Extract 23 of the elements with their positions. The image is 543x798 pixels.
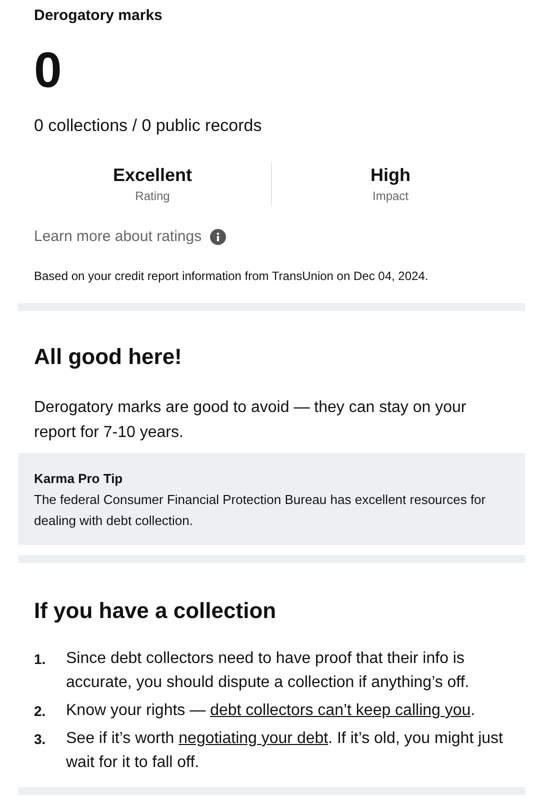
step-text: Since debt collectors need to have proof that their info is accurate, you should dispute a collection if anything’s off. bbox=[66, 649, 470, 693]
step-number: 3. bbox=[34, 730, 47, 749]
tip-text: The federal Consumer Financial Protection Bureau has excellent resources for dealing with debt collection. bbox=[34, 491, 487, 530]
body-text: Derogatory marks are good to avoid — they can stay on your report for 7-10 years. bbox=[34, 398, 468, 443]
step-number: 2. bbox=[34, 702, 47, 721]
step-text: See if it’s worth negotiating your debt. If it’s old, you might just wait for it to fall off. bbox=[66, 729, 504, 773]
section-heading: All good here! bbox=[34, 343, 183, 371]
section-title: Derogatory marks bbox=[34, 6, 164, 26]
count-value: 0 bbox=[34, 41, 62, 100]
summary-text: 0 collections / 0 public records bbox=[34, 115, 262, 137]
stat-label: Impact bbox=[372, 188, 408, 205]
section-heading: If you have a collection bbox=[34, 597, 278, 625]
text-link[interactable]: debt collectors can’t keep calling you bbox=[210, 702, 471, 719]
step-number: 1. bbox=[34, 650, 47, 669]
tip-title: Karma Pro Tip bbox=[34, 470, 124, 488]
stat-value: Excellent bbox=[112, 164, 192, 187]
learn-more-link[interactable]: Learn more about ratings bbox=[34, 227, 202, 247]
stat-value: High bbox=[370, 164, 410, 187]
text-link[interactable]: negotiating your debt bbox=[178, 730, 328, 747]
stat-label: Rating bbox=[135, 188, 170, 205]
step-text: Know your rights — debt collectors can’t keep calling you. bbox=[66, 701, 476, 721]
info-icon[interactable] bbox=[210, 229, 226, 245]
source-note: Based on your credit report information from TransUnion on Dec 04, 2024. bbox=[34, 268, 430, 285]
